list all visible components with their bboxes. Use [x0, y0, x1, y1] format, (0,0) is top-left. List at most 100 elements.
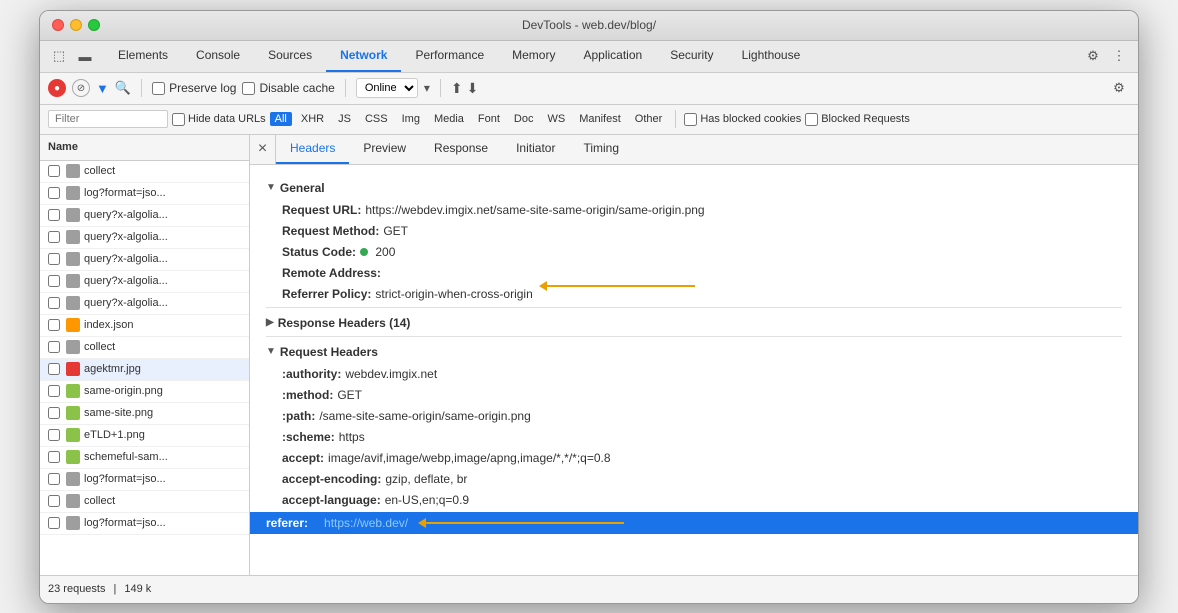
request-checkbox[interactable]	[48, 187, 60, 199]
request-checkbox[interactable]	[48, 517, 60, 529]
request-checkbox[interactable]	[48, 275, 60, 287]
filter-input[interactable]	[48, 110, 168, 128]
stop-button[interactable]: ⊘	[72, 79, 90, 97]
list-item[interactable]: query?x-algolia...	[40, 205, 249, 227]
drawer-icon[interactable]: ▬	[74, 45, 96, 67]
list-item[interactable]: eTLD+1.png	[40, 425, 249, 447]
network-settings-icon[interactable]: ⚙	[1108, 77, 1130, 99]
request-type-icon	[66, 318, 80, 332]
list-item[interactable]: same-site.png	[40, 403, 249, 425]
tab-console[interactable]: Console	[182, 40, 254, 72]
request-checkbox[interactable]	[48, 165, 60, 177]
request-checkbox[interactable]	[48, 473, 60, 485]
record-button[interactable]: ●	[48, 79, 66, 97]
search-icon[interactable]: 🔍	[115, 80, 131, 96]
tab-response[interactable]: Response	[420, 134, 502, 164]
devtools-window: DevTools - web.dev/blog/ ⬚ ▬ Elements Co…	[39, 10, 1139, 604]
general-section-header[interactable]: ▼ General	[266, 181, 1122, 195]
tab-memory[interactable]: Memory	[498, 40, 569, 72]
list-item[interactable]: query?x-algolia...	[40, 271, 249, 293]
list-item[interactable]: collect	[40, 161, 249, 183]
filter-icon[interactable]: ▼	[96, 81, 109, 96]
referrer-policy-annotation	[545, 285, 695, 287]
maximize-button[interactable]	[88, 19, 100, 31]
tab-headers[interactable]: Headers	[276, 134, 349, 164]
tab-application[interactable]: Application	[569, 40, 656, 72]
window-title: DevTools - web.dev/blog/	[522, 18, 656, 32]
type-js-btn[interactable]: JS	[333, 112, 356, 126]
disable-cache-label[interactable]: Disable cache	[242, 81, 334, 95]
request-checkbox[interactable]	[48, 231, 60, 243]
list-item[interactable]: schemeful-sam...	[40, 447, 249, 469]
throttle-select[interactable]: Online	[356, 78, 418, 98]
type-css-btn[interactable]: CSS	[360, 112, 393, 126]
request-checkbox[interactable]	[48, 319, 60, 331]
blocked-requests-label[interactable]: Blocked Requests	[805, 113, 910, 126]
list-item[interactable]: query?x-algolia...	[40, 293, 249, 315]
type-manifest-btn[interactable]: Manifest	[574, 112, 626, 126]
has-blocked-cookies-checkbox[interactable]	[684, 113, 697, 126]
close-button[interactable]	[52, 19, 64, 31]
list-item[interactable]: same-origin.png	[40, 381, 249, 403]
type-img-btn[interactable]: Img	[397, 112, 425, 126]
preserve-log-checkbox[interactable]	[152, 82, 165, 95]
request-checkbox[interactable]	[48, 451, 60, 463]
request-checkbox[interactable]	[48, 297, 60, 309]
request-headers-section-header[interactable]: ▼ Request Headers	[266, 345, 1122, 359]
type-doc-btn[interactable]: Doc	[509, 112, 539, 126]
has-blocked-cookies-label[interactable]: Has blocked cookies	[684, 113, 801, 126]
list-item[interactable]: agektmr.jpg	[40, 359, 249, 381]
response-headers-section-header[interactable]: ▶ Response Headers (14)	[266, 316, 1122, 330]
close-panel-button[interactable]: ×	[250, 134, 276, 164]
tab-timing[interactable]: Timing	[569, 134, 633, 164]
tab-initiator[interactable]: Initiator	[502, 134, 569, 164]
request-checkbox[interactable]	[48, 341, 60, 353]
import-icon[interactable]: ⬆	[451, 80, 463, 97]
request-list[interactable]: collect log?format=jso... query?x-algoli…	[40, 161, 249, 575]
type-other-btn[interactable]: Other	[630, 112, 668, 126]
minimize-button[interactable]	[70, 19, 82, 31]
upload-buttons: ⬆ ⬇	[451, 80, 478, 97]
hide-data-urls-label[interactable]: Hide data URLs	[172, 113, 266, 126]
list-item[interactable]: index.json	[40, 315, 249, 337]
list-item[interactable]: log?format=jso...	[40, 513, 249, 535]
hide-data-urls-checkbox[interactable]	[172, 113, 185, 126]
referer-arrow-annotation	[424, 522, 624, 524]
throttle-dropdown-icon[interactable]: ▾	[424, 81, 430, 95]
list-item[interactable]: collect	[40, 337, 249, 359]
type-font-btn[interactable]: Font	[473, 112, 505, 126]
tab-performance[interactable]: Performance	[401, 40, 498, 72]
request-checkbox[interactable]	[48, 407, 60, 419]
request-checkbox[interactable]	[48, 385, 60, 397]
cursor-icon[interactable]: ⬚	[48, 45, 70, 67]
list-item[interactable]: log?format=jso...	[40, 183, 249, 205]
disable-cache-checkbox[interactable]	[242, 82, 255, 95]
blocked-requests-checkbox[interactable]	[805, 113, 818, 126]
export-icon[interactable]: ⬇	[467, 80, 479, 97]
tab-preview[interactable]: Preview	[349, 134, 420, 164]
tab-network[interactable]: Network	[326, 40, 401, 72]
request-checkbox[interactable]	[48, 253, 60, 265]
list-item[interactable]: collect	[40, 491, 249, 513]
tab-lighthouse[interactable]: Lighthouse	[728, 40, 815, 72]
list-item[interactable]: query?x-algolia...	[40, 249, 249, 271]
request-checkbox[interactable]	[48, 429, 60, 441]
type-xhr-btn[interactable]: XHR	[296, 112, 329, 126]
request-method-label: Request Method:	[282, 222, 379, 240]
settings-icon[interactable]: ⚙	[1082, 45, 1104, 67]
type-media-btn[interactable]: Media	[429, 112, 469, 126]
type-ws-btn[interactable]: WS	[542, 112, 570, 126]
list-item[interactable]: query?x-algolia...	[40, 227, 249, 249]
type-all-btn[interactable]: All	[270, 112, 292, 126]
more-icon[interactable]: ⋮	[1108, 45, 1130, 67]
request-type-icon	[66, 384, 80, 398]
request-checkbox[interactable]	[48, 209, 60, 221]
request-checkbox[interactable]	[48, 363, 60, 375]
tab-elements[interactable]: Elements	[104, 40, 182, 72]
status-dot	[360, 248, 368, 256]
request-checkbox[interactable]	[48, 495, 60, 507]
tab-security[interactable]: Security	[656, 40, 727, 72]
preserve-log-label[interactable]: Preserve log	[152, 81, 236, 95]
list-item[interactable]: log?format=jso...	[40, 469, 249, 491]
tab-sources[interactable]: Sources	[254, 40, 326, 72]
